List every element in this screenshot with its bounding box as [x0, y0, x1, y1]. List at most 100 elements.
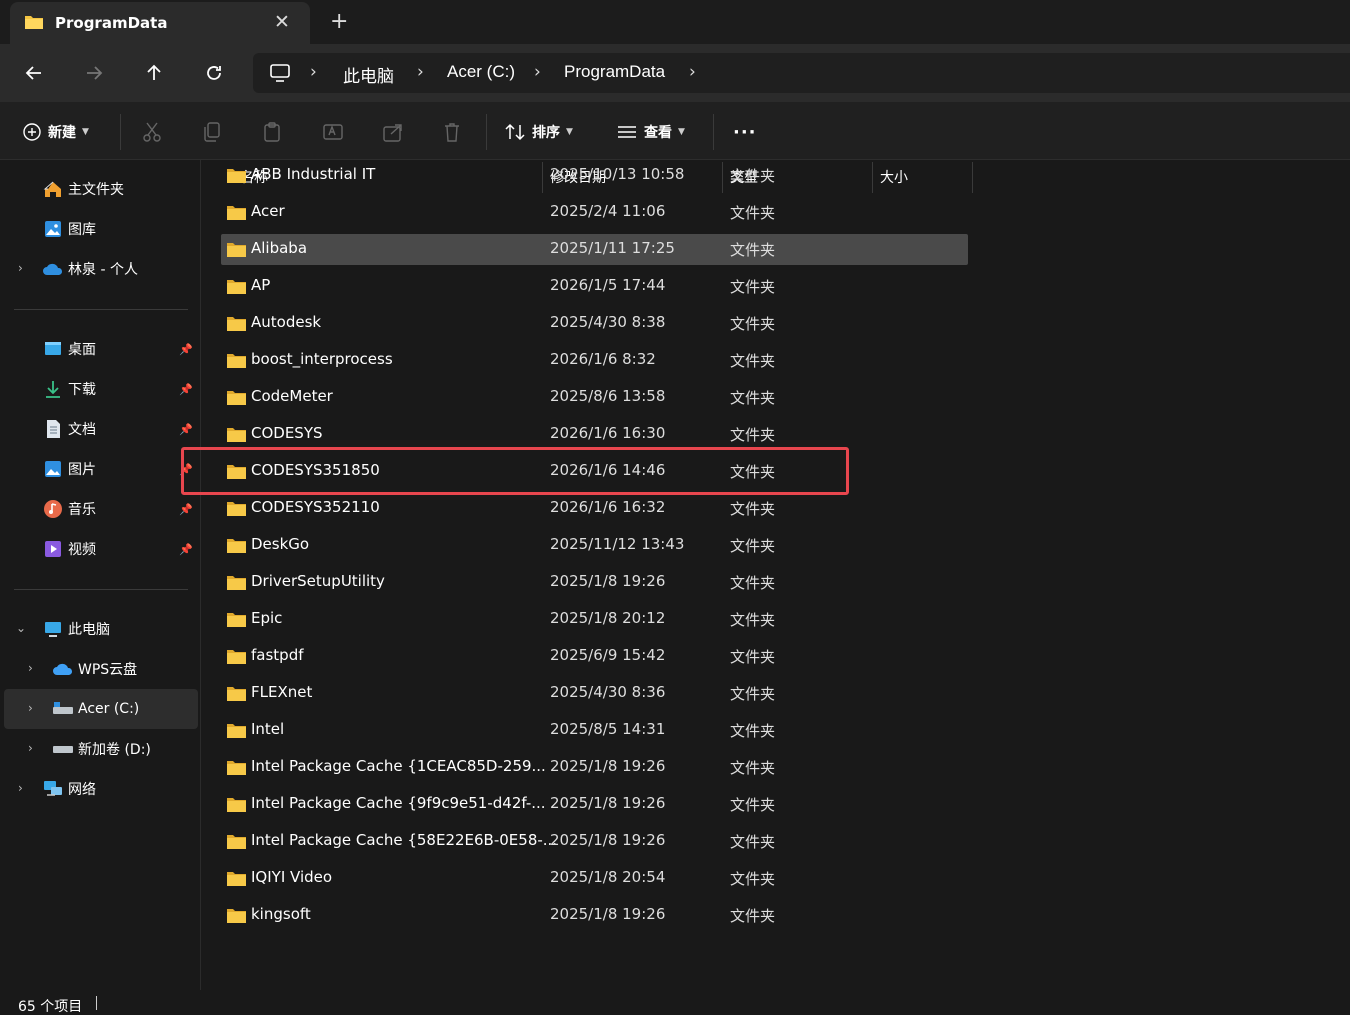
- file-type: 文件夹: [730, 833, 776, 851]
- sidebar-item-drive-c[interactable]: Acer (C:): [52, 691, 139, 727]
- new-label: 新建: [48, 125, 76, 141]
- pin-icon[interactable]: 📌: [179, 383, 193, 396]
- paste-icon[interactable]: [262, 121, 282, 147]
- address-bar[interactable]: › 此电脑 › Acer (C:) › ProgramData ›: [253, 53, 1350, 93]
- folder-icon: [227, 501, 246, 520]
- file-row[interactable]: DriverSetupUtility 2025/1/8 19:26 文件夹: [221, 567, 968, 598]
- pin-icon[interactable]: 📌: [179, 423, 193, 436]
- file-name: Epic: [251, 609, 283, 627]
- pin-icon[interactable]: 📌: [179, 503, 193, 516]
- file-row[interactable]: IQIYI Video 2025/1/8 20:54 文件夹: [221, 863, 968, 894]
- chevron-right-icon[interactable]: ›: [18, 781, 23, 795]
- view-button[interactable]: 查看 ▼: [616, 120, 685, 144]
- refresh-button[interactable]: [199, 58, 229, 88]
- folder-icon: [227, 797, 246, 816]
- network-icon: [42, 778, 64, 800]
- file-row[interactable]: CodeMeter 2025/8/6 13:58 文件夹: [221, 382, 968, 413]
- file-name: boost_interprocess: [251, 350, 393, 368]
- more-options-button[interactable]: ···: [733, 120, 757, 144]
- status-divider: [96, 996, 97, 1010]
- pin-icon[interactable]: 📌: [179, 543, 193, 556]
- file-row[interactable]: DeskGo 2025/11/12 13:43 文件夹: [221, 530, 968, 561]
- file-name: Autodesk: [251, 313, 322, 331]
- chevron-down-icon[interactable]: ⌄: [16, 621, 26, 635]
- sidebar-item-gallery[interactable]: 图库: [42, 211, 96, 247]
- sidebar-item-pictures[interactable]: 图片: [42, 451, 96, 487]
- file-name: CODESYS: [251, 424, 323, 442]
- chevron-right-icon[interactable]: ›: [28, 701, 33, 715]
- sidebar-item-documents[interactable]: 文档: [42, 411, 96, 447]
- sidebar-item-network[interactable]: 网络: [42, 771, 96, 807]
- pin-icon[interactable]: 📌: [179, 463, 193, 476]
- file-row[interactable]: kingsoft 2025/1/8 19:26 文件夹: [221, 900, 968, 931]
- file-row[interactable]: Intel 2025/8/5 14:31 文件夹: [221, 715, 968, 746]
- chevron-right-icon[interactable]: ›: [310, 62, 317, 82]
- file-name: DriverSetupUtility: [251, 572, 385, 590]
- chevron-down-icon: ▼: [566, 127, 573, 137]
- breadcrumb-drive-c[interactable]: Acer (C:): [447, 62, 515, 82]
- new-button[interactable]: 新建 ▼: [22, 120, 89, 144]
- sidebar-item-wps-cloud[interactable]: WPS云盘: [52, 651, 137, 687]
- chevron-right-icon[interactable]: ›: [18, 261, 23, 275]
- chevron-right-icon[interactable]: ›: [28, 741, 33, 755]
- pin-icon[interactable]: 📌: [179, 343, 193, 356]
- file-row[interactable]: CODESYS351850 2026/1/6 14:46 文件夹: [221, 456, 968, 487]
- delete-icon[interactable]: [442, 121, 462, 147]
- file-row[interactable]: Intel Package Cache {9f9c9e51-d42f-... 20…: [221, 789, 968, 820]
- file-name: kingsoft: [251, 905, 311, 923]
- file-date: 2026/1/5 17:44: [550, 276, 666, 294]
- copy-icon[interactable]: [202, 121, 222, 147]
- sidebar-item-downloads[interactable]: 下载: [42, 371, 96, 407]
- sidebar-item-label: 此电脑: [68, 622, 110, 638]
- file-row[interactable]: Alibaba 2025/1/11 17:25 文件夹: [221, 234, 968, 265]
- file-row[interactable]: Epic 2025/1/8 20:12 文件夹: [221, 604, 968, 635]
- file-row[interactable]: AP 2026/1/5 17:44 文件夹: [221, 271, 968, 302]
- file-date: 2025/11/12 13:43: [550, 535, 685, 553]
- sidebar-item-onedrive[interactable]: 林泉 - 个人: [42, 251, 138, 287]
- sidebar-item-drive-d[interactable]: 新加卷 (D:): [52, 731, 151, 767]
- file-row[interactable]: CODESYS352110 2026/1/6 16:32 文件夹: [221, 493, 968, 524]
- sidebar-item-desktop[interactable]: 桌面: [42, 331, 96, 367]
- file-row[interactable]: FLEXnet 2025/4/30 8:36 文件夹: [221, 678, 968, 709]
- file-row[interactable]: Intel Package Cache {1CEAC85D-259... 2025…: [221, 752, 968, 783]
- file-type: 文件夹: [730, 167, 776, 185]
- folder-icon: [227, 834, 246, 853]
- file-row[interactable]: boost_interprocess 2026/1/6 8:32 文件夹: [221, 345, 968, 376]
- file-row[interactable]: ABB Industrial IT 2025/10/13 10:58 文件夹: [221, 160, 968, 191]
- new-tab-button[interactable]: +: [330, 9, 348, 34]
- breadcrumb-this-pc[interactable]: 此电脑: [343, 62, 394, 87]
- sidebar-item-home[interactable]: 主文件夹: [42, 171, 124, 207]
- tab-programdata[interactable]: ProgramData ✕: [10, 2, 310, 44]
- chevron-right-icon[interactable]: ›: [534, 62, 541, 82]
- monitor-icon[interactable]: [269, 62, 291, 88]
- file-row[interactable]: fastpdf 2025/6/9 15:42 文件夹: [221, 641, 968, 672]
- cut-icon[interactable]: [142, 121, 162, 147]
- file-name: FLEXnet: [251, 683, 313, 701]
- sidebar-item-this-pc[interactable]: 此电脑: [42, 611, 110, 647]
- chevron-right-icon[interactable]: ›: [689, 62, 696, 82]
- sidebar-item-label: 林泉 - 个人: [68, 262, 138, 278]
- file-name: Intel Package Cache {9f9c9e51-d42f-...: [251, 794, 546, 812]
- breadcrumb-programdata[interactable]: ProgramData: [564, 62, 665, 82]
- monitor-icon: [42, 618, 64, 640]
- file-row[interactable]: Acer 2025/2/4 11:06 文件夹: [221, 197, 968, 228]
- share-icon[interactable]: [382, 121, 404, 147]
- file-date: 2026/1/6 16:32: [550, 498, 666, 516]
- back-button[interactable]: [19, 58, 49, 88]
- file-row[interactable]: CODESYS 2026/1/6 16:30 文件夹: [221, 419, 968, 450]
- up-button[interactable]: [139, 58, 169, 88]
- sidebar-item-videos[interactable]: 视频: [42, 531, 96, 567]
- file-type: 文件夹: [730, 685, 776, 703]
- sort-button[interactable]: 排序 ▼: [504, 120, 573, 144]
- file-date: 2025/8/6 13:58: [550, 387, 666, 405]
- close-tab-icon[interactable]: ✕: [274, 11, 290, 33]
- sidebar-item-label: 音乐: [68, 502, 96, 518]
- rename-icon[interactable]: [322, 121, 344, 147]
- file-row[interactable]: Autodesk 2025/4/30 8:38 文件夹: [221, 308, 968, 339]
- arrow-right-icon: [87, 66, 103, 80]
- chevron-right-icon[interactable]: ›: [417, 62, 424, 82]
- file-row[interactable]: Intel Package Cache {58E22E6B-0E58-... 20…: [221, 826, 968, 857]
- sidebar-item-music[interactable]: 音乐: [42, 491, 96, 527]
- forward-button[interactable]: [79, 58, 109, 88]
- chevron-right-icon[interactable]: ›: [28, 661, 33, 675]
